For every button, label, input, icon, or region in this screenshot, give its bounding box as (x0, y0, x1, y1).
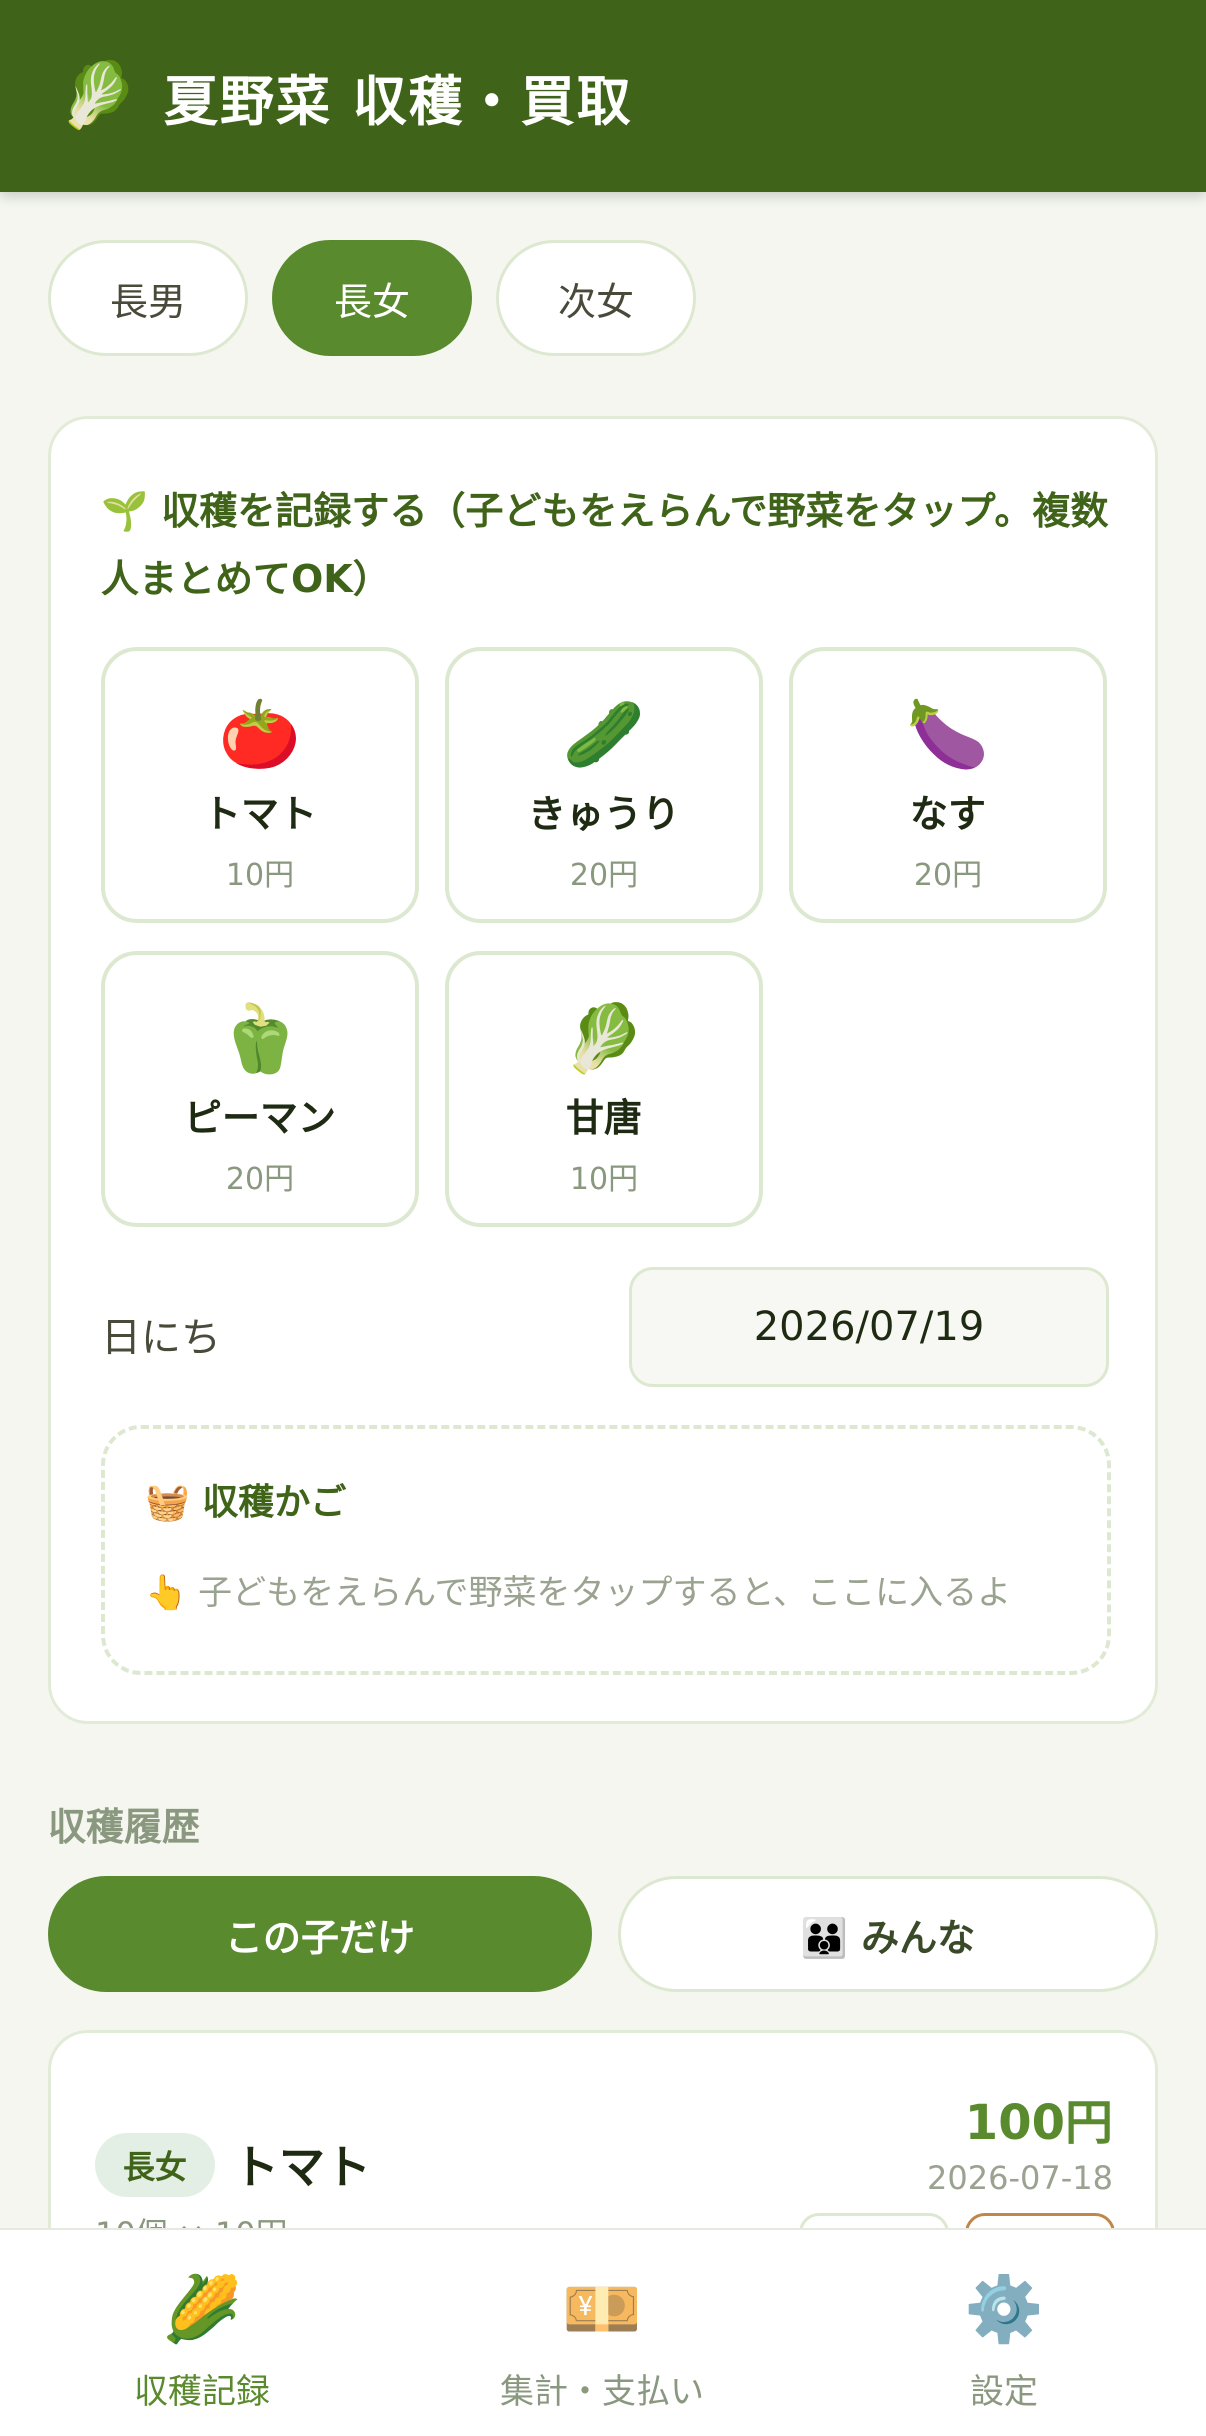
nav-label: 収穫記録 (134, 2372, 270, 2412)
entry-date: 2026-07-18 (927, 2159, 1113, 2197)
filter-everyone-button[interactable]: 🧑‍🧑‍🧒 みんな (618, 1876, 1158, 1992)
nav-label: 設定 (970, 2372, 1038, 2412)
vegetable-name: ピーマン (183, 1096, 336, 1140)
vegetable-price: 20円 (913, 858, 983, 893)
vegetable-price: 10円 (569, 1162, 639, 1197)
harvest-record-card: 🌱 収穫を記録する（子どもをえらんで野菜をタップ。複数人まとめてOK） 🍅 トマ… (48, 416, 1158, 1724)
yen-banknote-icon: 💴 (562, 2273, 642, 2347)
vegetable-name: トマト (202, 792, 317, 836)
filter-this-child-button[interactable]: この子だけ (48, 1876, 592, 1992)
vegetable-button-green-pepper[interactable]: 🫑 ピーマン 20円 (101, 951, 419, 1227)
child-tab-eldest-son[interactable]: 長男 (48, 240, 248, 356)
child-badge: 長女 (95, 2133, 215, 2197)
child-tab-eldest-daughter[interactable]: 長女 (272, 240, 472, 356)
vegetable-button-tomato[interactable]: 🍅 トマト 10円 (101, 647, 419, 923)
nav-label: 集計・支払い (500, 2372, 704, 2412)
vegetable-price: 20円 (225, 1162, 295, 1197)
leafy-greens-icon: 🥬 (562, 1000, 646, 1077)
cucumber-icon: 🥒 (562, 696, 646, 773)
history-heading: 収穫履歴 (48, 1805, 201, 1849)
date-label: 日にち (101, 1315, 221, 1361)
entry-vegetable: トマト (233, 2140, 371, 2194)
nav-harvest-record[interactable]: 🌽 収穫記録 (52, 2270, 352, 2413)
nav-summary-payment[interactable]: 💴 集計・支払い (452, 2270, 752, 2413)
corn-icon: 🌽 (162, 2273, 242, 2347)
vegetable-name: きゅうり (527, 792, 680, 836)
vegetable-price: 10円 (225, 858, 295, 893)
nav-settings[interactable]: ⚙️ 設定 (854, 2270, 1154, 2413)
bell-pepper-icon: 🫑 (218, 1000, 302, 1077)
tomato-icon: 🍅 (218, 696, 302, 773)
leafy-greens-icon: 🥬 (58, 59, 138, 133)
vegetable-name: なす (909, 792, 986, 836)
vegetable-button-eggplant[interactable]: 🍆 なす 20円 (789, 647, 1107, 923)
date-input[interactable]: 2026/07/19 (629, 1267, 1109, 1387)
child-tabs: 長男 長女 次女 (48, 240, 696, 356)
bottom-navigation: 🌽 収穫記録 💴 集計・支払い ⚙️ 設定 (0, 2228, 1206, 2436)
vegetable-name: 甘唐 (565, 1096, 642, 1140)
vegetable-button-cucumber[interactable]: 🥒 きゅうり 20円 (445, 647, 763, 923)
record-heading: 🌱 収穫を記録する（子どもをえらんで野菜をタップ。複数人まとめてOK） (101, 489, 1109, 601)
child-tab-second-daughter[interactable]: 次女 (496, 240, 696, 356)
vegetable-button-amato[interactable]: 🥬 甘唐 10円 (445, 951, 763, 1227)
eggplant-icon: 🍆 (906, 696, 990, 773)
basket-empty-hint: 👆 子どもをえらんで野菜をタップすると、ここに入るよ (145, 1573, 1012, 1613)
harvest-basket: 🧺 収穫かご 👆 子どもをえらんで野菜をタップすると、ここに入るよ (101, 1425, 1111, 1675)
app-header: 🥬 夏野菜 収穫・買取 (0, 0, 1206, 192)
app-title: 夏野菜 収穫・買取 (164, 69, 633, 133)
vegetable-price: 20円 (569, 858, 639, 893)
entry-amount: 100円 (964, 2095, 1113, 2151)
gear-icon: ⚙️ (964, 2273, 1044, 2347)
basket-title: 🧺 収穫かご (145, 1482, 347, 1523)
